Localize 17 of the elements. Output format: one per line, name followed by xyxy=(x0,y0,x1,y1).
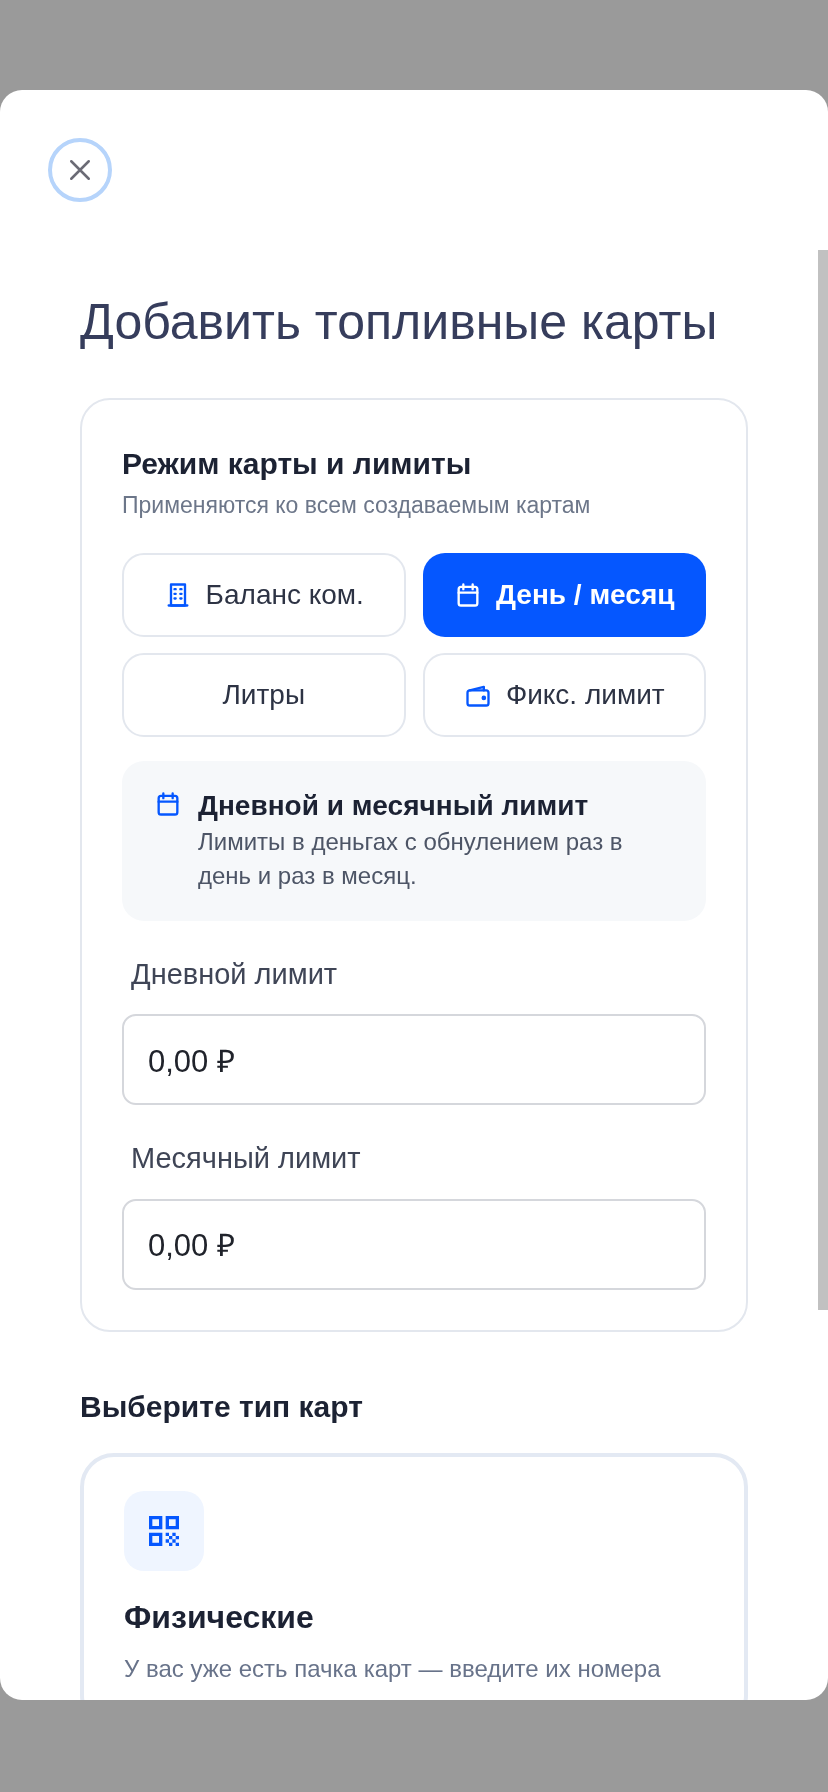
section-title: Выберите тип карт xyxy=(80,1388,364,1425)
field-label: Дневной лимит xyxy=(130,956,339,992)
info-title: Дневной и месячный лимит xyxy=(198,788,590,823)
card-type-option[interactable]: Физические У вас уже есть пачка карт — введите их номера xyxy=(80,1452,748,1700)
amount-input-field[interactable]: 0,00 ₽ xyxy=(122,1198,706,1290)
mode-option[interactable]: Фикс. лимит xyxy=(422,652,706,737)
card-title: Режим карты и лимиты xyxy=(122,446,473,482)
modal-title: Добавить топливные карты xyxy=(80,293,719,352)
card-subtitle: Применяются ко всем создаваемым картам xyxy=(122,491,592,520)
info-text: Лимиты в деньгах с обнулением раз в день и раз в месяц. xyxy=(198,826,624,891)
mode-option[interactable]: Литры xyxy=(122,652,406,737)
mode-option[interactable]: Баланс ком. xyxy=(122,552,406,637)
amount-input-field[interactable]: 0,00 ₽ xyxy=(122,1014,706,1105)
field-label: Месячный лимит xyxy=(130,1141,362,1176)
card-type-title: Физические xyxy=(124,1597,315,1637)
mode-option[interactable]: День / месяц xyxy=(422,552,706,637)
card-type-description: У вас уже есть пачка карт — введите их номера xyxy=(124,1653,662,1684)
